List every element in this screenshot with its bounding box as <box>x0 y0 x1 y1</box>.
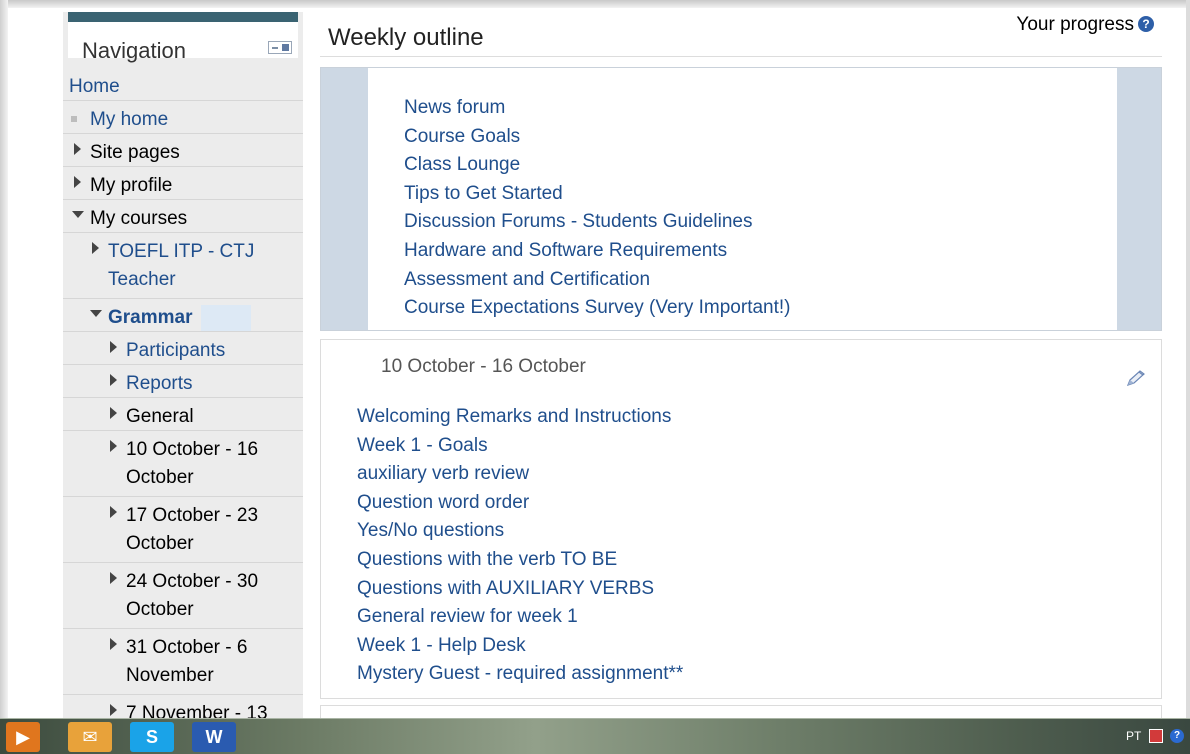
caret-down-icon[interactable] <box>90 310 102 317</box>
nav-item-label: My courses <box>90 208 188 229</box>
activity-link-assessment-and-certification[interactable]: Assessment and Certification <box>404 266 791 295</box>
activity-link-class-lounge[interactable]: Class Lounge <box>404 151 791 180</box>
activity-link-auxiliary-verb-review[interactable]: auxiliary verb review <box>357 460 683 489</box>
caret-down-icon[interactable] <box>72 211 84 218</box>
page-title: Weekly outline <box>328 24 484 51</box>
activity-link-week-1-help-desk[interactable]: Week 1 - Help Desk <box>357 632 683 661</box>
caret-right-icon[interactable] <box>110 572 117 584</box>
media-player-icon[interactable]: ▶ <box>6 722 40 752</box>
help-icon[interactable]: ? <box>1138 16 1154 32</box>
nav-item-label: Home <box>69 76 120 97</box>
taskbar-glyph: S <box>145 727 158 747</box>
help-icon[interactable]: ? <box>1170 728 1184 743</box>
nav-item-7-november-13-november[interactable]: 7 November - 13 November <box>63 695 303 718</box>
nav-item-label: TOEFL ITP - CTJ Teacher <box>108 241 255 290</box>
activity-link-news-forum[interactable]: News forum <box>404 94 791 123</box>
section-general-content: News forum Course Goals Class Lounge Tips t… <box>368 68 1117 330</box>
caret-right-icon[interactable] <box>74 176 81 188</box>
system-tray: PT ? <box>1122 728 1184 746</box>
nav-item-label: 10 October - 16 October <box>126 439 259 488</box>
nav-item-label: 24 October - 30 October <box>126 571 259 620</box>
activity-link-hardware-and-software-requirements[interactable]: Hardware and Software Requirements <box>404 237 791 266</box>
nav-item-24-october-30-october[interactable]: 24 October - 30 October <box>63 563 303 629</box>
nav-item-label: 17 October - 23 October <box>126 505 259 554</box>
nav-item-label: 31 October - 6 November <box>126 637 248 686</box>
caret-right-icon[interactable] <box>74 143 81 155</box>
language-indicator[interactable]: PT <box>1126 729 1141 743</box>
edit-pencil-icon[interactable] <box>1125 370 1147 388</box>
taskbar-glyph: ✉ <box>82 727 98 747</box>
nav-item-toefl-itp-ctj-teacher[interactable]: TOEFL ITP - CTJ Teacher <box>63 233 303 299</box>
activity-list: Welcoming Remarks and Instructions Week 1… <box>357 403 683 689</box>
nav-item-label: My profile <box>90 175 173 196</box>
nav-item-label: General <box>126 406 194 427</box>
action-center-icon[interactable] <box>1148 728 1163 743</box>
activity-link-question-word-order[interactable]: Question word order <box>357 489 683 518</box>
nav-item-31-october-6-november[interactable]: 31 October - 6 November <box>63 629 303 695</box>
redacted-highlight <box>201 305 251 331</box>
nav-item-10-october-16-october[interactable]: 10 October - 16 October <box>63 431 303 497</box>
navigation-tree: Home My home Site pages My profile My course… <box>63 68 303 718</box>
nav-item-site-pages[interactable]: Site pages <box>63 134 303 167</box>
caret-right-icon[interactable] <box>110 506 117 518</box>
word-icon[interactable]: W <box>192 722 236 752</box>
nav-item-label: Reports <box>126 373 193 394</box>
navigation-block: Navigation Home My home Site pages My profi… <box>63 12 303 718</box>
caret-right-icon[interactable] <box>110 407 117 419</box>
your-progress: Your progress? <box>1016 14 1154 36</box>
caret-right-icon[interactable] <box>110 704 117 716</box>
nav-item-label: Participants <box>126 340 226 361</box>
caret-right-icon[interactable] <box>92 242 99 254</box>
section-general: News forum Course Goals Class Lounge Tips t… <box>320 67 1162 331</box>
activity-link-welcoming-remarks-and-instructions[interactable]: Welcoming Remarks and Instructions <box>357 403 683 432</box>
title-divider <box>320 56 1162 57</box>
nav-item-grammar[interactable]: Grammar <box>63 299 303 332</box>
nav-item-home[interactable]: Home <box>63 68 303 101</box>
nav-item-my-profile[interactable]: My profile <box>63 167 303 200</box>
nav-item-label: Site pages <box>90 142 180 163</box>
course-content: Weekly outline Your progress? News forum… <box>320 0 1162 725</box>
bullet-icon <box>71 116 77 122</box>
dock-block-icon[interactable] <box>268 41 292 54</box>
nav-item-reports[interactable]: Reports <box>63 365 303 398</box>
activity-link-discussion-forums-students-guidelines[interactable]: Discussion Forums - Students Guidelines <box>404 208 791 237</box>
screen-left-edge <box>0 0 8 718</box>
nav-item-17-october-23-october[interactable]: 17 October - 23 October <box>63 497 303 563</box>
mail-icon[interactable]: ✉ <box>68 722 112 752</box>
skype-icon[interactable]: S <box>130 722 174 752</box>
caret-right-icon[interactable] <box>110 374 117 386</box>
nav-item-my-home[interactable]: My home <box>63 101 303 134</box>
caret-right-icon[interactable] <box>110 638 117 650</box>
taskbar-glyph: W <box>205 727 223 747</box>
nav-item-label: Grammar <box>108 307 193 328</box>
progress-label: Your progress <box>1016 14 1134 35</box>
section-week-1: 10 October - 16 October Welcoming Remark… <box>320 339 1162 699</box>
activity-link-mystery-guest-required-assignment[interactable]: Mystery Guest - required assignment** <box>357 660 683 689</box>
nav-item-my-courses[interactable]: My courses <box>63 200 303 233</box>
section-title: 10 October - 16 October <box>381 356 586 377</box>
activity-link-course-goals[interactable]: Course Goals <box>404 123 791 152</box>
activity-list: News forum Course Goals Class Lounge Tips t… <box>404 94 791 323</box>
navigation-header: Navigation <box>68 12 298 63</box>
nav-item-general[interactable]: General <box>63 398 303 431</box>
activity-link-tips-to-get-started[interactable]: Tips to Get Started <box>404 180 791 209</box>
activity-link-week-1-goals[interactable]: Week 1 - Goals <box>357 432 683 461</box>
activity-link-course-expectations-survey-very-important[interactable]: Course Expectations Survey (Very Importa… <box>404 294 791 323</box>
activity-link-questions-with-auxiliary-verbs[interactable]: Questions with AUXILIARY VERBS <box>357 575 683 604</box>
caret-right-icon[interactable] <box>110 341 117 353</box>
screen-right-edge <box>1186 0 1190 718</box>
nav-item-label: 7 November - 13 November <box>126 703 268 718</box>
activity-link-yes-no-questions[interactable]: Yes/No questions <box>357 517 683 546</box>
nav-item-participants[interactable]: Participants <box>63 332 303 365</box>
activity-link-general-review-for-week-1[interactable]: General review for week 1 <box>357 603 683 632</box>
navigation-title: Navigation <box>82 38 186 63</box>
nav-item-label: My home <box>90 109 169 130</box>
taskbar-glyph: ▶ <box>16 727 30 747</box>
caret-right-icon[interactable] <box>110 440 117 452</box>
taskbar: ▶ ✉ S W PT ? <box>0 718 1190 754</box>
activity-link-questions-with-the-verb-to-be[interactable]: Questions with the verb TO BE <box>357 546 683 575</box>
